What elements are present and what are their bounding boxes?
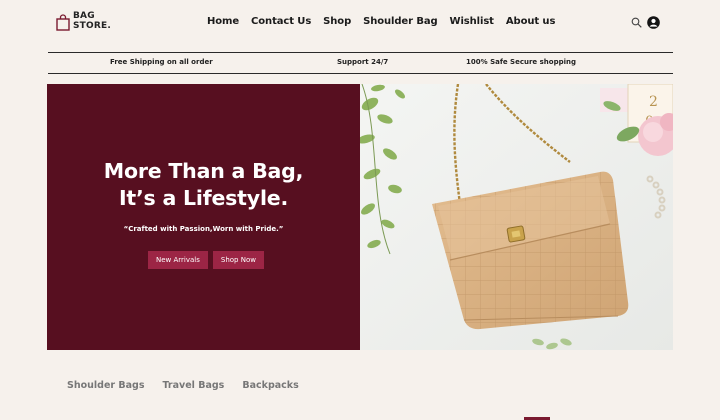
search-icon[interactable] <box>631 17 642 28</box>
hero-image: 2 0 <box>360 84 673 350</box>
nav-contact-us[interactable]: Contact Us <box>251 16 311 27</box>
logo-line-2: STORE. <box>73 20 111 31</box>
nav-home[interactable]: Home <box>207 16 239 27</box>
hero-title: More Than a Bag, It’s a Lifestyle. <box>47 158 360 212</box>
new-arrivals-button[interactable]: New Arrivals <box>148 251 208 269</box>
hero-banner: More Than a Bag, It’s a Lifestyle. “Craf… <box>47 84 673 350</box>
free-shipping-text: Free Shipping on all order <box>110 58 213 66</box>
shop-now-button[interactable]: Shop Now <box>212 251 264 269</box>
hero-title-line-2: It’s a Lifestyle. <box>118 186 289 210</box>
shopping-bag-icon <box>56 13 70 31</box>
hero-text-panel: More Than a Bag, It’s a Lifestyle. “Craf… <box>47 84 360 350</box>
tab-shoulder-bags[interactable]: Shoulder Bags <box>67 380 145 391</box>
support-text: Support 24/7 <box>337 58 389 66</box>
nav-wishlist[interactable]: Wishlist <box>450 16 494 27</box>
decor-digit-2: 2 <box>649 94 658 110</box>
store-logo[interactable]: BAG STORE. <box>56 11 111 31</box>
nav-shoulder-bag[interactable]: Shoulder Bag <box>363 16 438 27</box>
hero-tagline: “Crafted with Passion,Worn with Pride.” <box>123 225 284 233</box>
info-bar: Free Shipping on all order Support 24/7 … <box>48 52 673 74</box>
tab-backpacks[interactable]: Backpacks <box>242 380 298 391</box>
logo-text: BAG STORE. <box>73 11 111 31</box>
handbag-photo: 2 0 <box>360 84 673 350</box>
secure-shopping-text: 100% Safe Secure shopping <box>466 58 576 66</box>
nav-about-us[interactable]: About us <box>506 16 556 27</box>
category-tabs: Shoulder Bags Travel Bags Backpacks <box>67 380 299 391</box>
tab-travel-bags[interactable]: Travel Bags <box>163 380 225 391</box>
nav-shop[interactable]: Shop <box>323 16 351 27</box>
site-header: BAG STORE. Home Contact Us Shop Shoulder… <box>0 0 720 48</box>
hero-title-line-1: More Than a Bag, <box>103 159 304 183</box>
user-account-icon[interactable] <box>647 16 660 29</box>
hero-buttons: New Arrivals Shop Now <box>148 251 264 269</box>
page: BAG STORE. Home Contact Us Shop Shoulder… <box>0 0 720 420</box>
main-nav: Home Contact Us Shop Shoulder Bag Wishli… <box>207 16 555 27</box>
